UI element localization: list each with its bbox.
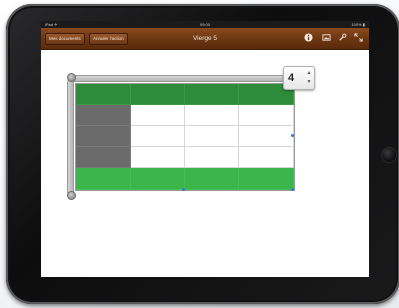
table-cell[interactable]	[131, 105, 185, 126]
column-count-stepper[interactable]: 4 ▲ ▼	[283, 66, 315, 90]
resize-handle-right[interactable]	[291, 134, 294, 137]
table-cell[interactable]	[131, 147, 185, 168]
row-header-cell[interactable]	[76, 147, 131, 168]
row-selector-bar[interactable]	[67, 80, 74, 194]
fullscreen-icon[interactable]	[353, 33, 363, 43]
stepper-up-icon[interactable]: ▲	[305, 70, 313, 76]
undo-button[interactable]: Annuler l'action	[89, 33, 128, 45]
my-documents-button[interactable]: Mes documents	[45, 33, 85, 45]
home-button[interactable]	[382, 148, 396, 162]
status-battery: 100% ▮	[351, 22, 365, 27]
info-icon[interactable]	[303, 33, 313, 43]
footer-cell[interactable]	[131, 168, 185, 190]
header-cell[interactable]	[185, 84, 239, 105]
table-move-handle[interactable]	[67, 73, 76, 82]
stepper-down-icon[interactable]: ▼	[305, 79, 313, 85]
table-cell[interactable]	[185, 147, 239, 168]
column-selector-bar[interactable]	[72, 75, 296, 82]
table-cell[interactable]	[239, 147, 294, 168]
resize-handle-bottom[interactable]	[182, 188, 185, 191]
header-cell[interactable]	[76, 84, 131, 105]
row-header-cell[interactable]	[76, 105, 131, 126]
row-header-cell[interactable]	[76, 126, 131, 147]
table[interactable]	[75, 83, 295, 191]
row-count-handle[interactable]	[67, 191, 76, 200]
table-cell[interactable]	[131, 126, 185, 147]
column-count-value: 4	[288, 72, 295, 84]
table-cell[interactable]	[185, 126, 239, 147]
footer-cell[interactable]	[239, 168, 294, 190]
table-cell[interactable]	[239, 105, 294, 126]
resize-handle-corner[interactable]	[291, 188, 294, 191]
status-time: 09:00	[199, 22, 210, 27]
table-cell[interactable]	[185, 105, 239, 126]
toolbar: Vierge 5 Mes documents Annuler l'action	[41, 28, 369, 50]
footer-cell[interactable]	[76, 168, 131, 190]
header-cell[interactable]	[131, 84, 185, 105]
media-icon[interactable]	[321, 33, 331, 43]
table-cell[interactable]	[239, 126, 294, 147]
status-bar: iPad ✈ 09:00 100% ▮	[41, 21, 369, 28]
footer-cell[interactable]	[185, 168, 239, 190]
wrench-icon[interactable]	[337, 33, 347, 43]
